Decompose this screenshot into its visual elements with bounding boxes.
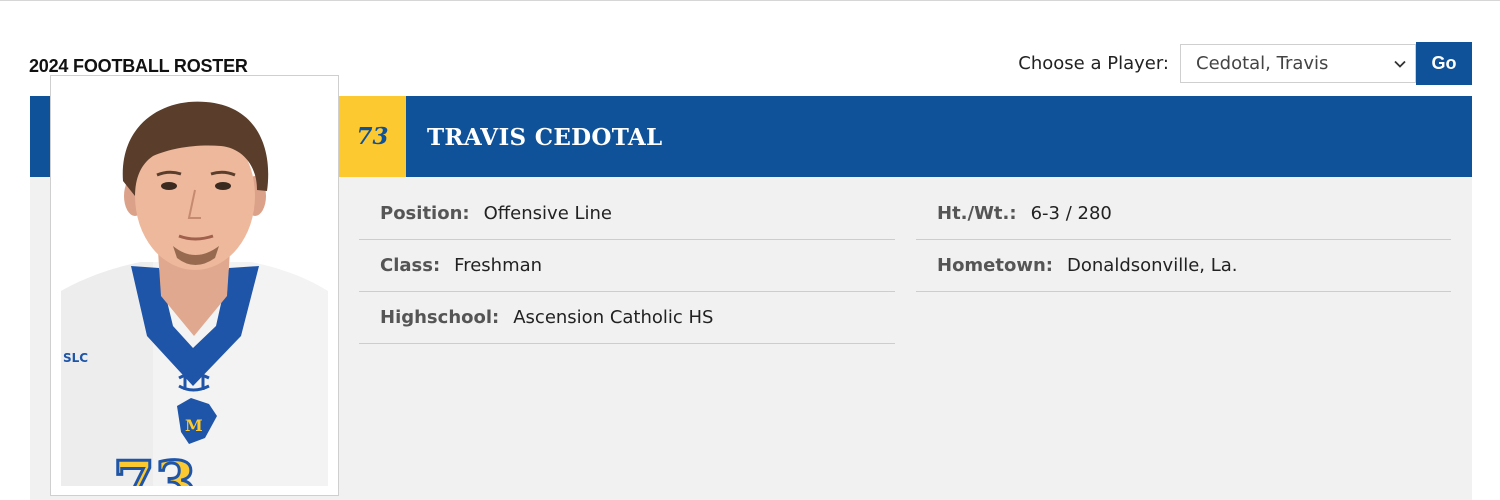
- player-chooser: Choose a Player: Cedotal, Travis Go: [1018, 42, 1472, 85]
- go-button[interactable]: Go: [1416, 42, 1472, 85]
- player-headshot: SLC M 73: [61, 86, 328, 486]
- jersey-number-badge: 73: [339, 96, 406, 177]
- info-row-highschool: Highschool: Ascension Catholic HS: [359, 292, 895, 344]
- page-title: 2024 FOOTBALL ROSTER: [29, 56, 248, 76]
- info-row-class: Class: Freshman: [359, 240, 895, 292]
- player-select-value: Cedotal, Travis: [1196, 53, 1329, 74]
- player-name: TRAVIS CEDOTAL: [427, 124, 663, 151]
- info-label: Class:: [380, 255, 441, 276]
- info-row-position: Position: Offensive Line: [359, 188, 895, 240]
- info-label: Hometown:: [937, 255, 1054, 276]
- chevron-down-icon: [1394, 60, 1406, 68]
- info-value: Freshman: [454, 255, 543, 276]
- info-label: Highschool:: [380, 307, 500, 328]
- info-value: Offensive Line: [483, 203, 612, 224]
- top-divider: [0, 0, 1500, 1]
- jersey-logo-letter: M: [185, 416, 203, 435]
- info-row-height-weight: Ht./Wt.: 6-3 / 280: [916, 188, 1451, 240]
- info-value: Ascension Catholic HS: [513, 307, 714, 328]
- player-select[interactable]: Cedotal, Travis: [1180, 44, 1416, 83]
- info-row-hometown: Hometown: Donaldsonville, La.: [916, 240, 1451, 292]
- info-label: Ht./Wt.:: [937, 203, 1017, 224]
- info-value: Donaldsonville, La.: [1067, 255, 1238, 276]
- jersey-number: 73: [113, 449, 197, 486]
- info-label: Position:: [380, 203, 470, 224]
- info-value: 6-3 / 280: [1030, 203, 1112, 224]
- chooser-label: Choose a Player:: [1018, 53, 1169, 74]
- jersey-sponsor-text: SLC: [63, 351, 88, 365]
- player-photo: SLC M 73: [50, 75, 339, 496]
